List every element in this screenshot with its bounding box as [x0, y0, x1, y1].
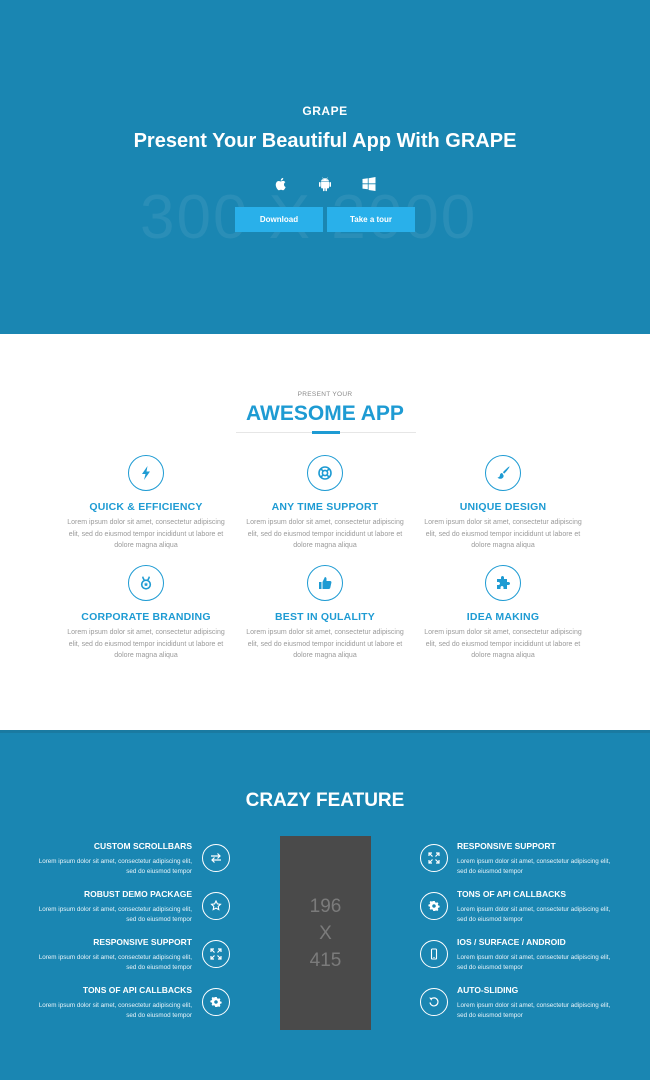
mobile-icon	[420, 940, 448, 968]
expand-icon	[420, 844, 448, 872]
cog-icon	[420, 892, 448, 920]
crazy-feature-auto-sliding: AUTO-SLIDING Lorem ipsum dolor sit amet,…	[420, 985, 620, 1021]
phone-placeholder-height: 415	[309, 949, 342, 971]
feature-description: Lorem ipsum dolor sit amet, consectetur …	[67, 519, 225, 549]
feature-any-time-support: ANY TIME SUPPORT Lorem ipsum dolor sit a…	[240, 455, 410, 552]
thumbs-up-icon	[307, 565, 343, 601]
phone-placeholder-image: 196 X 415	[280, 836, 371, 1030]
feature-description: Lorem ipsum dolor sit amet, consectetur …	[246, 519, 404, 549]
crazy-feature-item-description: Lorem ipsum dolor sit amet, consectetur …	[457, 954, 611, 971]
crazy-feature-item-description: Lorem ipsum dolor sit amet, consectetur …	[38, 906, 192, 923]
refresh-icon	[420, 988, 448, 1016]
lightning-icon	[128, 455, 164, 491]
crazy-feature-item-title: AUTO-SLIDING	[457, 985, 519, 995]
star-badge-icon	[202, 892, 230, 920]
crazy-feature-item-description: Lorem ipsum dolor sit amet, consectetur …	[38, 858, 192, 875]
expand-icon	[202, 940, 230, 968]
crazy-feature-item-title: IOS / SURFACE / ANDROID	[457, 937, 566, 947]
crazy-feature-responsive-support-right: RESPONSIVE SUPPORT Lorem ipsum dolor sit…	[420, 841, 620, 877]
windows-icon[interactable]	[361, 176, 377, 192]
feature-title: UNIQUE DESIGN	[459, 501, 547, 513]
title-divider	[236, 431, 416, 434]
feature-best-in-quality: BEST IN QULALITY Lorem ipsum dolor sit a…	[240, 565, 410, 662]
crazy-feature-item-title: TONS OF API CALLBACKS	[82, 985, 192, 995]
feature-idea-making: IDEA MAKING Lorem ipsum dolor sit amet, …	[418, 565, 588, 662]
badge-icon	[128, 565, 164, 601]
feature-title: ANY TIME SUPPORT	[271, 501, 379, 513]
android-icon[interactable]	[317, 176, 333, 192]
crazy-feature-item-title: CUSTOM SCROLLBARS	[93, 841, 192, 851]
awesome-app-section: PRESENT YOUR AWESOME APP QUICK & EFFICIE…	[0, 334, 650, 730]
paintbrush-icon	[485, 455, 521, 491]
crazy-feature-title: CRAZY FEATURE	[245, 790, 405, 811]
feature-title: BEST IN QULALITY	[274, 611, 376, 623]
feature-quick-efficiency: QUICK & EFFICIENCY Lorem ipsum dolor sit…	[61, 455, 231, 552]
feature-unique-design: UNIQUE DESIGN Lorem ipsum dolor sit amet…	[418, 455, 588, 552]
crazy-feature-api-callbacks: TONS OF API CALLBACKS Lorem ipsum dolor …	[30, 985, 230, 1021]
feature-description: Lorem ipsum dolor sit amet, consectetur …	[424, 519, 582, 549]
puzzle-icon	[485, 565, 521, 601]
cog-icon	[202, 988, 230, 1016]
section-title: AWESOME APP	[246, 402, 404, 425]
swap-arrows-icon	[202, 844, 230, 872]
feature-description: Lorem ipsum dolor sit amet, consectetur …	[67, 629, 225, 659]
download-button[interactable]: Download	[235, 207, 323, 232]
crazy-feature-item-description: Lorem ipsum dolor sit amet, consectetur …	[457, 906, 611, 923]
phone-placeholder-width: 196	[309, 895, 342, 917]
feature-description: Lorem ipsum dolor sit amet, consectetur …	[246, 629, 404, 659]
hero-title: Present Your Beautiful App With GRAPE	[133, 130, 517, 152]
crazy-feature-item-description: Lorem ipsum dolor sit amet, consectetur …	[38, 954, 192, 971]
crazy-feature-custom-scrollbars: CUSTOM SCROLLBARS Lorem ipsum dolor sit …	[30, 841, 230, 877]
crazy-feature-robust-demo-package: ROBUST DEMO PACKAGE Lorem ipsum dolor si…	[30, 889, 230, 925]
feature-title: CORPORATE BRANDING	[81, 611, 211, 623]
feature-corporate-branding: CORPORATE BRANDING Lorem ipsum dolor sit…	[61, 565, 231, 662]
crazy-feature-item-title: RESPONSIVE SUPPORT	[93, 937, 192, 947]
take-tour-button[interactable]: Take a tour	[327, 207, 415, 232]
phone-placeholder-x: X	[319, 922, 332, 944]
feature-title: QUICK & EFFICIENCY	[89, 501, 203, 513]
crazy-feature-item-title: TONS OF API CALLBACKS	[457, 889, 567, 899]
lifebuoy-icon	[307, 455, 343, 491]
section-kicker: PRESENT YOUR	[297, 391, 353, 398]
crazy-feature-api-callbacks-right: TONS OF API CALLBACKS Lorem ipsum dolor …	[420, 889, 620, 925]
crazy-feature-responsive-support: RESPONSIVE SUPPORT Lorem ipsum dolor sit…	[30, 937, 230, 973]
feature-title: IDEA MAKING	[466, 611, 540, 623]
brand-name: GRAPE	[302, 104, 348, 118]
crazy-feature-item-description: Lorem ipsum dolor sit amet, consectetur …	[457, 858, 611, 875]
crazy-feature-item-description: Lorem ipsum dolor sit amet, consectetur …	[38, 1002, 192, 1019]
crazy-feature-section: CRAZY FEATURE 196 X 415 CUSTOM SCROLLBAR…	[0, 730, 650, 1080]
apple-icon[interactable]	[273, 176, 289, 192]
platform-icons	[0, 176, 650, 192]
feature-description: Lorem ipsum dolor sit amet, consectetur …	[424, 629, 582, 659]
hero-section: 300 X 2000 GRAPE Present Your Beautiful …	[0, 0, 650, 334]
crazy-feature-item-title: RESPONSIVE SUPPORT	[457, 841, 556, 851]
crazy-feature-item-title: ROBUST DEMO PACKAGE	[84, 889, 192, 899]
crazy-feature-item-description: Lorem ipsum dolor sit amet, consectetur …	[457, 1002, 611, 1019]
crazy-feature-platforms: IOS / SURFACE / ANDROID Lorem ipsum dolo…	[420, 937, 620, 973]
hero-buttons: Download Take a tour	[235, 207, 415, 232]
